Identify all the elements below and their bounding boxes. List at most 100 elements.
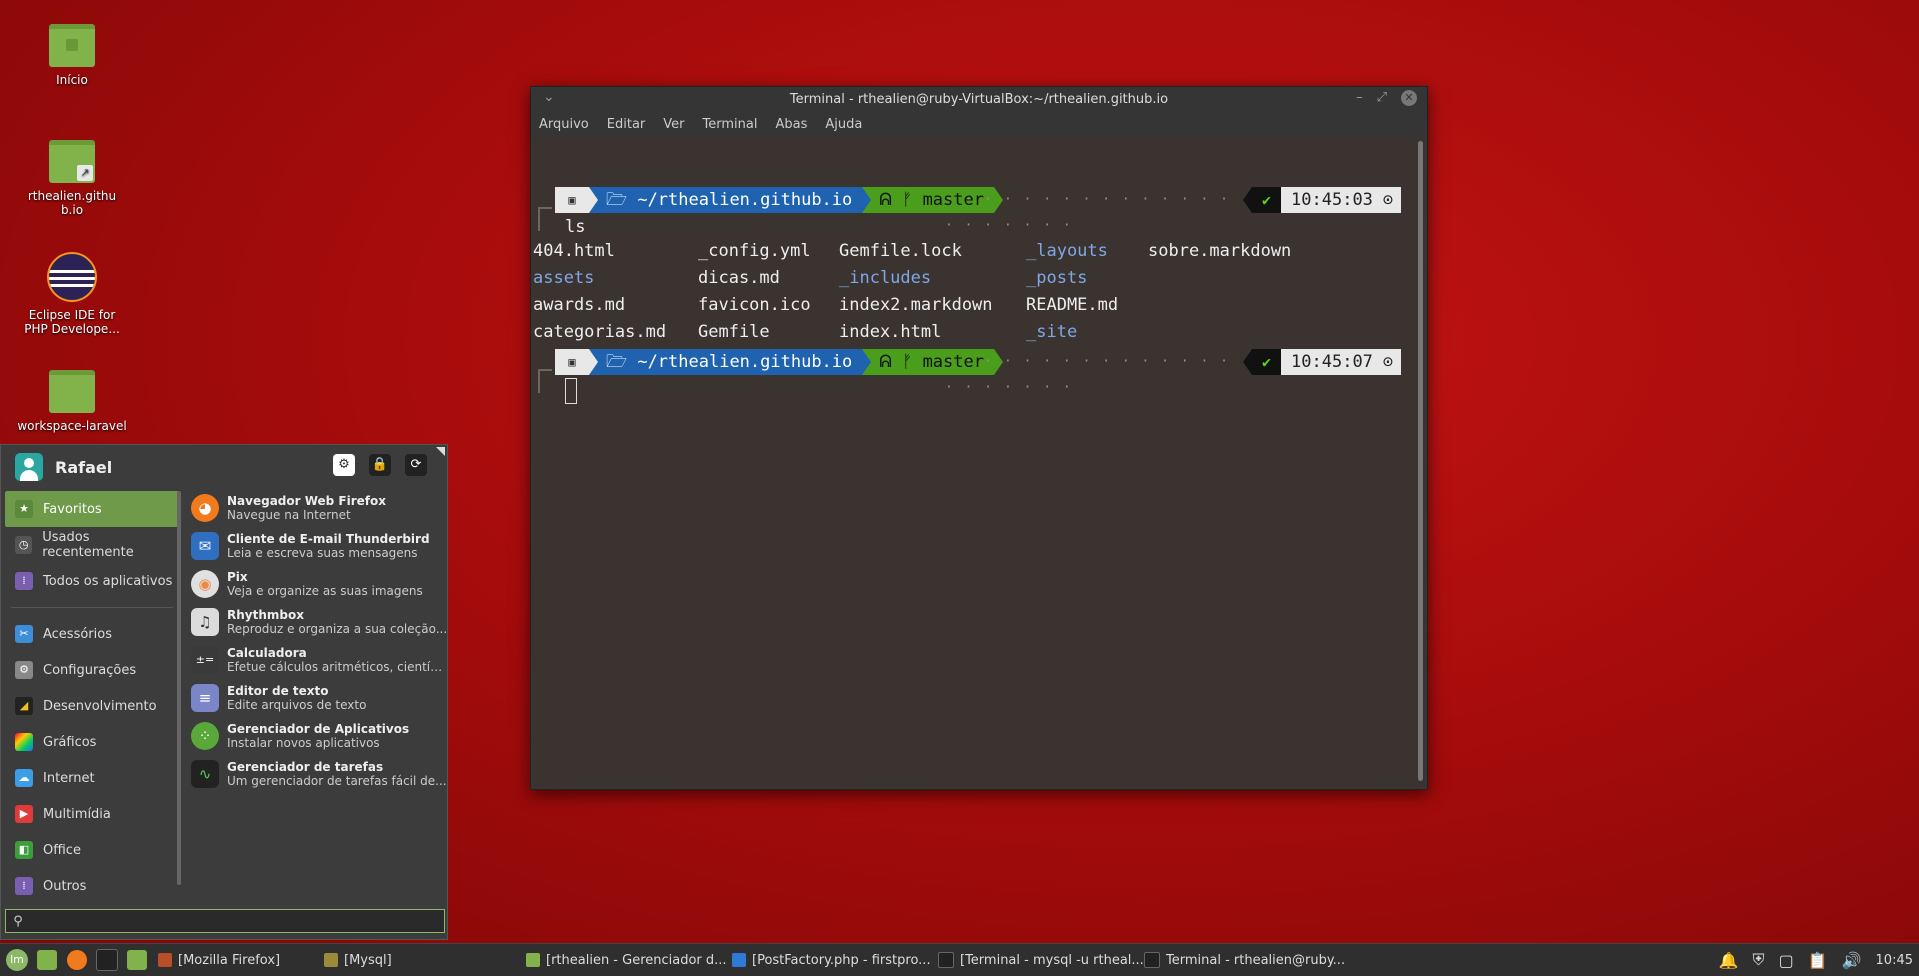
terminal-window[interactable]: ⌄ Terminal - rthealien@ruby-VirtualBox:~… [530,86,1428,790]
search-input[interactable] [30,912,444,930]
star-icon: ★ [15,500,33,518]
command-text: ls [565,217,586,237]
maximize-icon[interactable]: ⤢ [1377,90,1387,106]
start-menu: Rafael ⚙ 🔒 ⟳ ★ Favoritos ◷ Usados recentem… [0,444,449,940]
terminal-output[interactable]: ▣ 🗁 ~/rthealien.github.io ᕱ ᚠ master · ·… [531,137,1413,789]
office-icon: ◧ [15,841,33,859]
menu-abas[interactable]: Abas [775,117,807,132]
minimize-icon[interactable]: – [1356,90,1363,106]
category-desenvolvimento[interactable]: ◢ Desenvolvimento [5,688,179,724]
shield-icon[interactable]: ⛨ [1753,950,1765,970]
menu-button[interactable]: lm [4,947,30,973]
clock-icon: ⊙ [1382,349,1402,375]
ls-entry: favicon.ico [698,295,811,315]
clock-icon: ⊙ [1382,187,1402,213]
app-calculadora[interactable]: ±= Calculadora Efetue cálculos aritmético… [185,641,449,679]
category-outros[interactable]: ⁞ Outros [5,868,179,904]
prompt-line: ▣ 🗁 ~/rthealien.github.io ᕱ ᚠ master [555,349,1003,375]
desktop-icon-home[interactable]: Início [17,24,127,87]
firefox-icon [67,950,87,970]
launcher-terminal[interactable] [94,947,120,973]
category-graficos[interactable]: Gráficos [5,724,179,760]
text-editor-icon: ≡ [191,684,219,712]
task-vscode[interactable]: [PostFactory.php - firstpro... [724,946,931,974]
task-terminal-mysql[interactable]: [Terminal - mysql -u rtheal... [930,946,1144,974]
window-menu-icon[interactable]: ⌄ [543,89,555,105]
desktop-icon [37,950,57,970]
menu-ver[interactable]: Ver [663,117,684,132]
launcher-files[interactable] [124,947,150,973]
logout-icon[interactable]: ⟳ [405,454,427,476]
settings-toggle-icon[interactable]: ⚙ [333,454,355,476]
os-icon: ▣ [555,187,589,213]
panel-clock[interactable]: 10:45 [1876,953,1913,968]
ls-entry: assets [533,268,595,288]
eclipse-icon [47,252,97,302]
ls-entry: index2.markdown [839,295,993,315]
task-terminal-active[interactable]: Terminal - rthealien@ruby... [1136,946,1345,974]
ls-entry: _site [1026,322,1078,342]
notifications-icon[interactable]: 🔔 [1719,951,1739,970]
category-list: ★ Favoritos ◷ Usados recentemente ⁞ Todos o… [5,491,179,905]
category-favoritos[interactable]: ★ Favoritos [5,491,179,527]
category-internet[interactable]: ☁ Internet [5,760,179,796]
calculator-icon: ±= [191,646,219,674]
app-gerenciador-tarefas[interactable]: ∿ Gerenciador de tarefas Um gerenciador d… [185,755,447,793]
clock-icon: ◷ [15,536,33,554]
terminal-icon [1144,952,1160,968]
firefox-icon [158,953,172,967]
category-scrollbar[interactable] [177,491,181,885]
folder-link-icon: ↗ [49,140,95,183]
menu-editar[interactable]: Editar [607,117,646,132]
terminal-titlebar[interactable]: ⌄ Terminal - rthealien@ruby-VirtualBox:~… [531,87,1427,111]
app-gerenciador-aplicativos[interactable]: ⁘ Gerenciador de Aplicativos Instalar nov… [185,717,445,755]
prompt-time: 10:45:03 [1281,187,1383,213]
app-firefox[interactable]: ◕ Navegador Web Firefox Navegue na Intern… [185,489,445,527]
app-editor-texto[interactable]: ≡ Editor de texto Edite arquivos de texto [185,679,445,717]
show-desktop-button[interactable] [34,947,60,973]
clipboard-icon[interactable]: 📋 [1808,951,1828,970]
category-office[interactable]: ◧ Office [5,832,179,868]
pix-icon: ◉ [191,570,219,598]
launcher-firefox[interactable] [64,947,90,973]
taskbar: lm [Mozilla Firefox] [Mysql] [rthealien … [0,943,1919,976]
software-manager-icon: ⁘ [191,722,219,750]
play-icon: ▶ [15,805,33,823]
network-icon[interactable]: ▢ [1779,951,1794,970]
category-multimidia[interactable]: ▶ Multimídia [5,796,179,832]
menu-search-box[interactable]: ⚲ [5,909,445,933]
menu-arquivo[interactable]: Arquivo [539,117,589,132]
desktop-icon-label: Eclipse IDE for PHP Develope... [24,308,120,336]
volume-icon[interactable]: 🔊 [1842,951,1862,970]
desktop-icon-workspace[interactable]: workspace-laravel [17,370,127,433]
prompt-dir: 🗁 ~/rthealien.github.io [598,187,863,213]
task-file-manager[interactable]: [rthealien - Gerenciador d... [518,946,727,974]
category-todos[interactable]: ⁞ Todos os aplicativos [5,563,179,599]
folder-icon [526,953,540,967]
category-recentes[interactable]: ◷ Usados recentemente [5,527,179,563]
category-configuracoes[interactable]: ⚙ Configurações [5,652,179,688]
task-firefox[interactable]: [Mozilla Firefox] [150,946,316,974]
category-acessorios[interactable]: ✂ Acessórios [5,616,179,652]
task-manager-icon: ∿ [191,760,219,788]
avatar[interactable] [15,453,43,481]
desktop-icon-eclipse[interactable]: Eclipse IDE for PHP Develope... [17,252,127,336]
app-list: ◕ Navegador Web Firefox Navegue na Intern… [185,489,449,793]
lock-icon[interactable]: 🔒 [369,454,391,476]
app-pix[interactable]: ◉ Pix Veja e organize as suas imagens [185,565,445,603]
close-icon[interactable]: ✕ [1401,90,1417,106]
terminal-title: Terminal - rthealien@ruby-VirtualBox:~/r… [789,91,1169,107]
app-thunderbird[interactable]: ✉ Cliente de E-mail Thunderbird Leia e es… [185,527,445,565]
app-rhythmbox[interactable]: ♫ Rhythmbox Reproduz e organiza a sua col… [185,603,447,641]
menu-ajuda[interactable]: Ajuda [825,117,862,132]
desktop-icon-label: Início [56,73,88,87]
desktop-icon-rthealien[interactable]: ↗ rthealien.github.io [17,140,127,217]
mysql-icon [324,953,338,967]
folder-icon [49,370,95,413]
prompt-line: ▣ 🗁 ~/rthealien.github.io ᕱ ᚠ master [555,187,1003,213]
search-icon: ⚲ [13,913,23,929]
task-mysql[interactable]: [Mysql] [316,946,518,974]
tools-icon: ✂ [15,625,33,643]
menu-terminal[interactable]: Terminal [703,117,758,132]
terminal-scrollbar[interactable] [1418,141,1423,781]
